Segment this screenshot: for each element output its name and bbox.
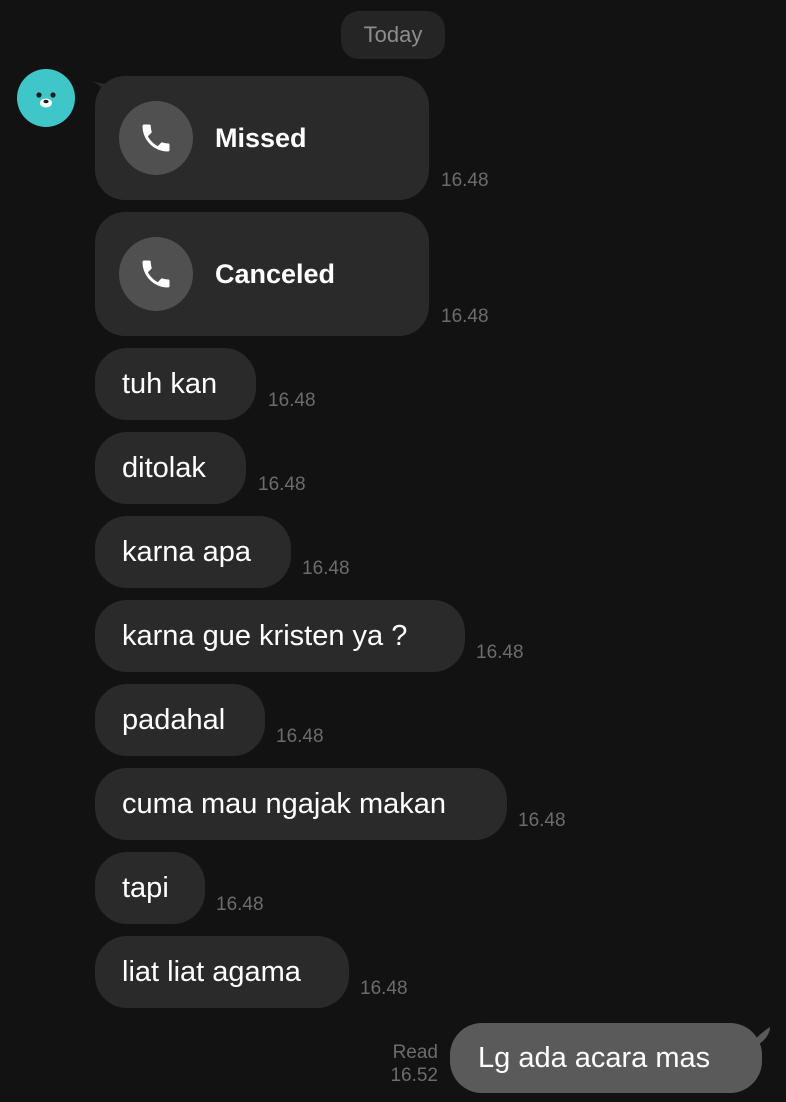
- call-status-label: Missed: [215, 122, 307, 153]
- message-text: ditolak: [122, 451, 206, 484]
- message-time: 16.48: [441, 306, 489, 327]
- message-bubble[interactable]: tuh kan: [95, 348, 256, 420]
- message-time: 16.48: [258, 474, 306, 495]
- message-time: 16.48: [276, 726, 324, 747]
- phone-icon: [119, 237, 193, 311]
- message-text: karna gue kristen ya ?: [122, 619, 408, 652]
- bear-face-icon: [36, 92, 56, 108]
- message-text: Lg ada acara mas: [478, 1041, 711, 1074]
- date-separator: Today: [341, 11, 445, 59]
- phone-icon: [119, 101, 193, 175]
- message-text: padahal: [122, 703, 226, 736]
- message-time: 16.52: [390, 1065, 438, 1086]
- message-bubble[interactable]: padahal: [95, 684, 265, 756]
- message-text: cuma mau ngajak makan: [122, 787, 446, 820]
- message-text: liat liat agama: [122, 955, 301, 988]
- call-status-label: Canceled: [215, 258, 336, 289]
- read-status: Read: [392, 1042, 438, 1063]
- message-time: 16.48: [216, 894, 264, 915]
- message-text: tuh kan: [122, 367, 218, 400]
- message-time: 16.48: [268, 390, 316, 411]
- message-bubble[interactable]: karna apa: [95, 516, 291, 588]
- canceled-call-bubble[interactable]: Canceled: [95, 212, 429, 336]
- message-bubble[interactable]: ditolak: [95, 432, 246, 504]
- message-time: 16.48: [302, 558, 350, 579]
- message-bubble[interactable]: cuma mau ngajak makan: [95, 768, 507, 840]
- message-time: 16.48: [360, 978, 408, 999]
- message-text: tapi: [122, 871, 169, 904]
- message-text: karna apa: [122, 535, 251, 568]
- message-bubble[interactable]: liat liat agama: [95, 936, 349, 1008]
- outgoing-message-bubble[interactable]: Lg ada acara mas: [450, 1023, 762, 1093]
- read-receipt: Read 16.52: [390, 1041, 438, 1087]
- message-bubble[interactable]: tapi: [95, 852, 205, 924]
- message-time: 16.48: [441, 170, 489, 191]
- message-time: 16.48: [518, 810, 566, 831]
- message-bubble[interactable]: karna gue kristen ya ?: [95, 600, 465, 672]
- message-time: 16.48: [476, 642, 524, 663]
- contact-avatar[interactable]: [17, 69, 75, 127]
- missed-call-bubble[interactable]: Missed: [95, 76, 429, 200]
